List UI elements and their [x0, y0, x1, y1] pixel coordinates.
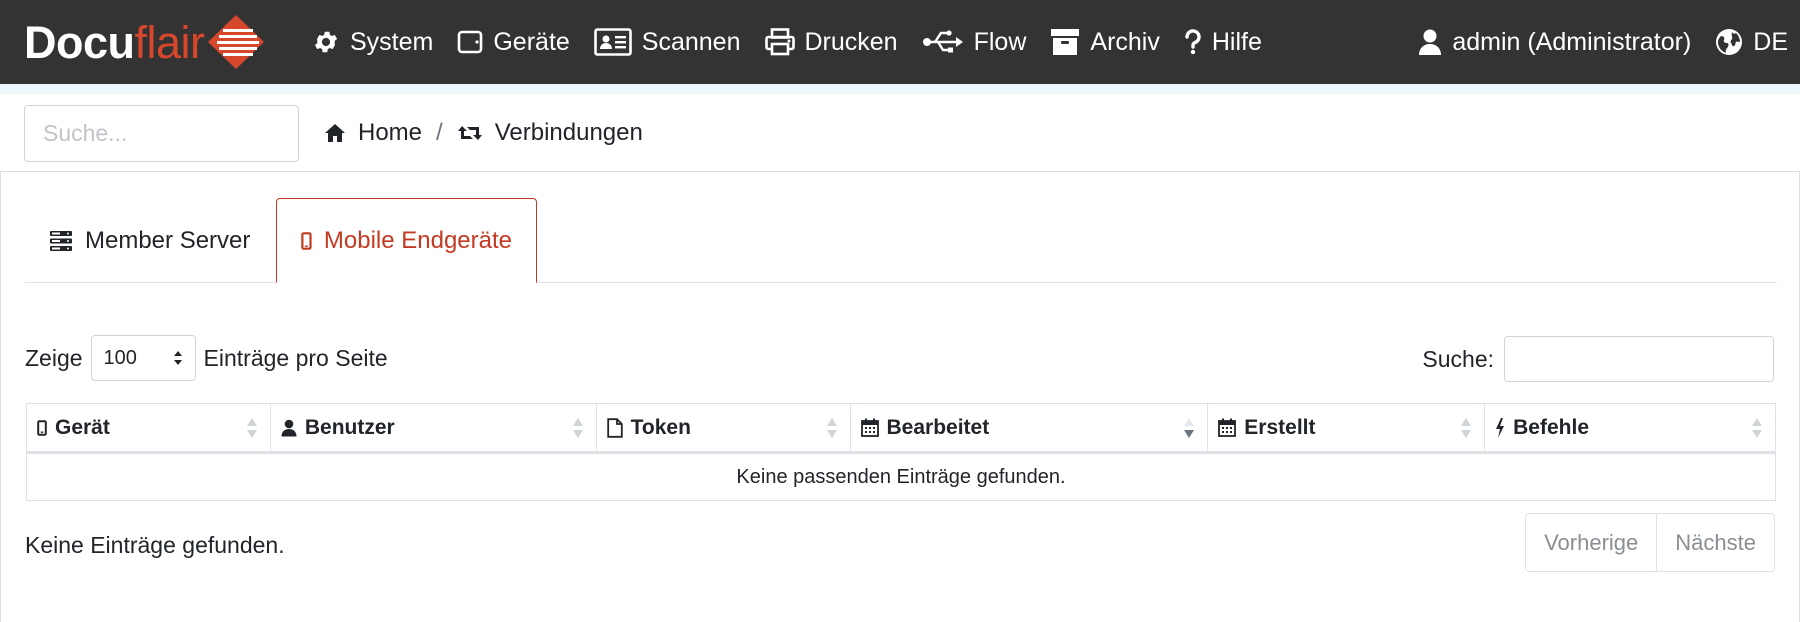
nav-system-label: System [350, 28, 433, 57]
breadcrumb-home-label: Home [358, 119, 422, 147]
docuflair-logo[interactable]: Docuflair [24, 12, 265, 72]
nav-system[interactable]: System [312, 28, 433, 57]
sort-both-icon [1460, 416, 1472, 440]
logo-diamond-icon [207, 14, 265, 70]
id-card-icon [594, 28, 632, 56]
devices-table: Gerät Benutzer Token [26, 403, 1776, 501]
question-icon [1184, 29, 1202, 55]
tab-member-server-label: Member Server [85, 227, 250, 255]
calendar-icon [861, 418, 879, 437]
nav-archiv[interactable]: Archiv [1050, 28, 1159, 57]
column-header-erstellt[interactable]: Erstellt [1208, 404, 1485, 453]
nav-flow-label: Flow [974, 28, 1027, 57]
mobile-icon [37, 420, 47, 436]
user-menu-label: admin (Administrator) [1452, 28, 1691, 57]
language-label: DE [1753, 28, 1788, 57]
breadcrumb: Home / Verbindungen [324, 94, 643, 172]
calendar-icon [1218, 418, 1236, 437]
global-search-input[interactable] [24, 105, 299, 162]
nav-geraete-label: Geräte [493, 28, 569, 57]
home-icon [324, 123, 346, 143]
sort-both-icon [826, 416, 838, 440]
nav-scannen[interactable]: Scannen [594, 28, 741, 57]
page-length-control: Zeige 100 Einträge pro Seite [25, 335, 388, 381]
retweet-icon [457, 123, 483, 143]
sort-arrows-icon [173, 350, 183, 366]
archive-box-icon [1050, 28, 1080, 56]
user-menu[interactable]: admin (Administrator) [1418, 28, 1691, 57]
show-suffix: Einträge pro Seite [204, 345, 388, 372]
column-header-benutzer[interactable]: Benutzer [270, 404, 596, 453]
column-header-token-label: Token [631, 416, 691, 440]
user-icon [1418, 28, 1442, 56]
nav-drucken[interactable]: Drucken [765, 28, 898, 57]
sort-both-icon [1751, 416, 1763, 440]
column-header-token[interactable]: Token [596, 404, 850, 453]
nav-scannen-label: Scannen [642, 28, 741, 57]
main-card: Member Server Mobile Endgeräte Zeige 100… [0, 172, 1800, 622]
table-filter: Suche: [1422, 336, 1774, 382]
pagination-previous-button[interactable]: Vorherige [1526, 514, 1656, 571]
top-navbar: Docuflair System Geräte Scannen Drucken [0, 0, 1800, 84]
breadcrumb-current-label: Verbindungen [495, 119, 643, 147]
navbar-underline [0, 84, 1800, 94]
logo-text: Docuflair [24, 20, 205, 65]
server-icon [49, 230, 73, 252]
empty-table-message: Keine passenden Einträge gefunden. [27, 453, 1776, 501]
tab-member-server[interactable]: Member Server [25, 198, 274, 283]
nav-archiv-label: Archiv [1090, 28, 1159, 57]
nav-flow[interactable]: Flow [922, 28, 1027, 57]
mobile-icon [301, 231, 312, 251]
show-prefix: Zeige [25, 345, 83, 372]
breadcrumb-separator: / [436, 119, 443, 147]
printer-icon [765, 28, 795, 56]
column-header-befehle[interactable]: Befehle [1485, 404, 1776, 453]
sort-both-icon [246, 416, 258, 440]
sort-desc-icon [1183, 416, 1195, 440]
bolt-icon [1495, 418, 1505, 438]
tab-mobile-endgeraete[interactable]: Mobile Endgeräte [276, 198, 537, 283]
tablet-icon [457, 30, 483, 54]
table-filter-input[interactable] [1504, 336, 1774, 382]
nav-hilfe-label: Hilfe [1212, 28, 1262, 57]
page-length-select[interactable]: 100 [91, 335, 196, 381]
column-header-bearbeitet-label: Bearbeitet [887, 416, 990, 440]
nav-drucken-label: Drucken [805, 28, 898, 57]
user-icon [281, 419, 297, 437]
connection-tabs: Member Server Mobile Endgeräte [25, 198, 1777, 283]
table-info: Keine Einträge gefunden. [25, 532, 285, 559]
column-header-bearbeitet[interactable]: Bearbeitet [850, 404, 1208, 453]
usb-icon [922, 29, 964, 55]
column-header-geraet[interactable]: Gerät [27, 404, 271, 453]
breadcrumb-current: Verbindungen [457, 119, 643, 147]
breadcrumb-bar: Home / Verbindungen [0, 94, 1800, 172]
pagination: Vorherige Nächste [1525, 513, 1775, 572]
column-header-erstellt-label: Erstellt [1244, 416, 1315, 440]
gear-icon [312, 28, 340, 56]
column-header-geraet-label: Gerät [55, 416, 110, 440]
tab-mobile-endgeraete-label: Mobile Endgeräte [324, 227, 512, 255]
table-row-empty: Keine passenden Einträge gefunden. [27, 453, 1776, 501]
column-header-benutzer-label: Benutzer [305, 416, 395, 440]
globe-icon [1715, 28, 1743, 56]
language-menu[interactable]: DE [1715, 28, 1788, 57]
breadcrumb-home[interactable]: Home [324, 119, 422, 147]
pagination-next-button[interactable]: Nächste [1656, 514, 1774, 571]
column-header-befehle-label: Befehle [1513, 416, 1589, 440]
table-header-row: Gerät Benutzer Token [27, 404, 1776, 453]
nav-hilfe[interactable]: Hilfe [1184, 28, 1262, 57]
nav-geraete[interactable]: Geräte [457, 28, 569, 57]
filter-label: Suche: [1422, 346, 1494, 373]
page-length-value: 100 [104, 347, 137, 370]
sort-both-icon [572, 416, 584, 440]
file-icon [607, 418, 623, 438]
